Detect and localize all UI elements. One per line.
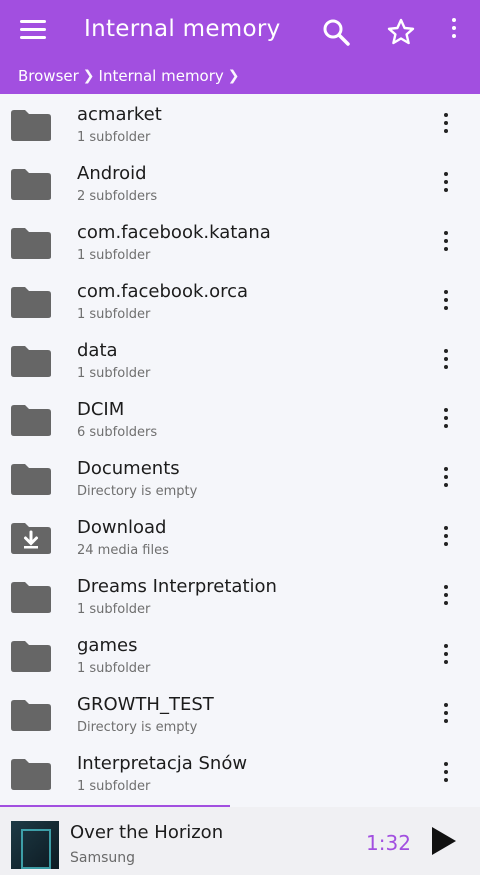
list-item[interactable]: Download 24 media files [0, 507, 480, 566]
item-details: 1 subfolder [77, 602, 151, 617]
more-vert-icon[interactable] [438, 762, 454, 786]
search-icon[interactable] [321, 17, 351, 47]
item-details: 1 subfolder [77, 307, 151, 322]
list-item[interactable]: DCIM 6 subfolders [0, 389, 480, 448]
more-vert-icon[interactable] [438, 231, 454, 255]
more-vert-icon[interactable] [438, 585, 454, 609]
chevron-right-icon: ❯ [227, 68, 240, 84]
item-name: com.facebook.orca [77, 281, 249, 302]
folder-icon [9, 226, 53, 260]
breadcrumb-item[interactable]: Internal memory [99, 67, 224, 85]
folder-icon [9, 580, 53, 614]
item-name: com.facebook.katana [77, 222, 271, 243]
folder-icon [9, 639, 53, 673]
list-item[interactable]: acmarket 1 subfolder [0, 94, 480, 153]
item-name: acmarket [77, 104, 162, 125]
file-list: acmarket 1 subfolder Android 2 subfolders co… [0, 94, 480, 802]
breadcrumb-item[interactable]: Browser [18, 67, 79, 85]
playback-time: 1:32 [366, 831, 411, 855]
menu-icon[interactable] [20, 20, 46, 42]
play-icon[interactable] [430, 825, 458, 857]
folder-icon [9, 108, 53, 142]
item-name: Documents [77, 458, 180, 479]
more-vert-icon[interactable] [438, 172, 454, 196]
folder-icon [9, 285, 53, 319]
page-title: Internal memory [84, 16, 281, 42]
item-details: Directory is empty [77, 484, 198, 499]
item-details: 1 subfolder [77, 366, 151, 381]
list-item[interactable]: Dreams Interpretation 1 subfolder [0, 566, 480, 625]
item-name: Download [77, 517, 167, 538]
star-icon[interactable] [386, 17, 416, 47]
list-item[interactable]: com.facebook.orca 1 subfolder [0, 271, 480, 330]
item-details: 1 subfolder [77, 661, 151, 676]
list-item[interactable]: data 1 subfolder [0, 330, 480, 389]
item-details: 2 subfolders [77, 189, 158, 204]
more-vert-icon[interactable] [438, 113, 454, 137]
folder-icon [9, 167, 53, 201]
item-details: 1 subfolder [77, 130, 151, 145]
app-bar: Internal memory Browser ❯ Internal memor… [0, 0, 480, 94]
list-item[interactable]: Android 2 subfolders [0, 153, 480, 212]
folder-icon [9, 698, 53, 732]
item-name: DCIM [77, 399, 125, 420]
item-details: Directory is empty [77, 720, 198, 735]
more-vert-icon[interactable] [438, 467, 454, 491]
item-name: Dreams Interpretation [77, 576, 277, 597]
list-item[interactable]: GROWTH_TEST Directory is empty [0, 684, 480, 743]
list-item[interactable]: Documents Directory is empty [0, 448, 480, 507]
list-item[interactable]: com.facebook.katana 1 subfolder [0, 212, 480, 271]
more-vert-icon[interactable] [438, 526, 454, 550]
mini-player[interactable]: Over the Horizon Samsung 1:32 [0, 807, 480, 875]
breadcrumb: Browser ❯ Internal memory ❯ [18, 67, 240, 85]
item-name: data [77, 340, 118, 361]
more-vert-icon[interactable] [438, 408, 454, 432]
song-artist: Samsung [70, 850, 136, 866]
item-name: Android [77, 163, 147, 184]
item-details: 24 media files [77, 543, 169, 558]
more-vert-icon[interactable] [438, 644, 454, 668]
song-title: Over the Horizon [70, 822, 224, 843]
download-folder-icon [9, 521, 53, 555]
folder-icon [9, 403, 53, 437]
item-details: 6 subfolders [77, 425, 158, 440]
folder-icon [9, 757, 53, 791]
item-name: GROWTH_TEST [77, 694, 214, 715]
more-vert-icon[interactable] [446, 18, 462, 44]
list-item[interactable]: games 1 subfolder [0, 625, 480, 684]
folder-icon [9, 462, 53, 496]
item-details: 1 subfolder [77, 779, 151, 794]
more-vert-icon[interactable] [438, 703, 454, 727]
chevron-right-icon: ❯ [82, 68, 95, 84]
item-details: 1 subfolder [77, 248, 151, 263]
album-art [11, 821, 59, 869]
folder-icon [9, 344, 53, 378]
item-name: Interpretacja Snów [77, 753, 248, 774]
more-vert-icon[interactable] [438, 349, 454, 373]
list-item[interactable]: Interpretacja Snów 1 subfolder [0, 743, 480, 802]
more-vert-icon[interactable] [438, 290, 454, 314]
item-name: games [77, 635, 138, 656]
